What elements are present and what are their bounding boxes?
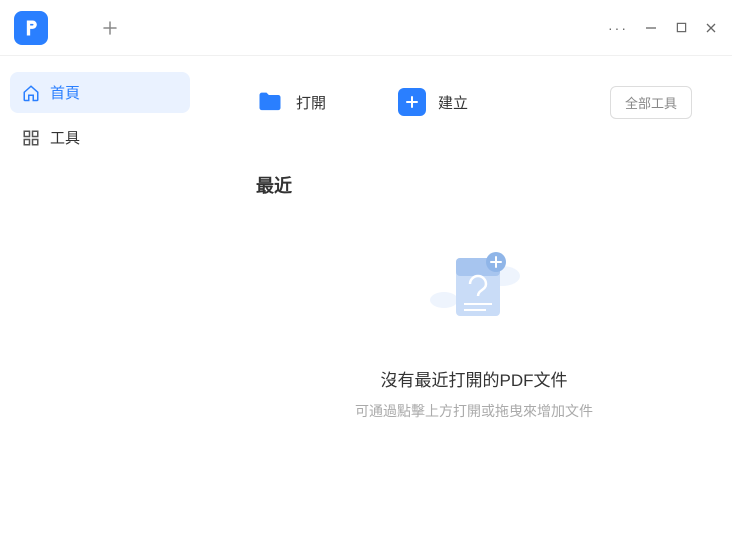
body: 首頁 工具 打開 (0, 56, 732, 553)
sidebar-item-label: 首頁 (50, 82, 80, 103)
create-button[interactable]: 建立 (398, 88, 468, 116)
main-content: 打開 建立 全部工具 最近 (200, 56, 732, 553)
window-controls: ··· (608, 20, 718, 36)
create-label: 建立 (438, 92, 468, 113)
grid-icon (22, 129, 40, 147)
close-button[interactable] (704, 21, 718, 35)
recent-section-title: 最近 (256, 172, 692, 198)
minimize-icon (645, 22, 657, 34)
close-icon (705, 22, 717, 34)
plus-icon (103, 21, 117, 35)
titlebar: ··· (0, 0, 732, 56)
folder-icon (256, 88, 284, 116)
open-label: 打開 (296, 92, 326, 113)
app-window: ··· 首頁 工具 (0, 0, 732, 553)
home-icon (22, 84, 40, 102)
empty-state: 沒有最近打開的PDF文件 可通過點擊上方打開或拖曳來增加文件 (256, 198, 692, 553)
app-logo[interactable] (14, 11, 48, 45)
all-tools-button[interactable]: 全部工具 (610, 86, 692, 119)
all-tools-label: 全部工具 (625, 96, 677, 111)
empty-state-subtitle: 可通過點擊上方打開或拖曳來增加文件 (355, 401, 593, 421)
plus-square-icon (398, 88, 426, 116)
sidebar-item-label: 工具 (50, 127, 80, 148)
new-tab-button[interactable] (96, 14, 124, 42)
maximize-icon (676, 22, 687, 33)
pdf-logo-icon (21, 18, 41, 38)
empty-state-title: 沒有最近打開的PDF文件 (381, 366, 568, 391)
empty-illustration (414, 246, 534, 346)
more-menu-button[interactable]: ··· (608, 20, 628, 36)
sidebar-item-tools[interactable]: 工具 (10, 117, 190, 158)
open-button[interactable]: 打開 (256, 88, 326, 116)
sidebar: 首頁 工具 (0, 56, 200, 553)
action-row: 打開 建立 全部工具 (256, 88, 692, 116)
maximize-button[interactable] (674, 21, 688, 35)
minimize-button[interactable] (644, 21, 658, 35)
sidebar-item-home[interactable]: 首頁 (10, 72, 190, 113)
